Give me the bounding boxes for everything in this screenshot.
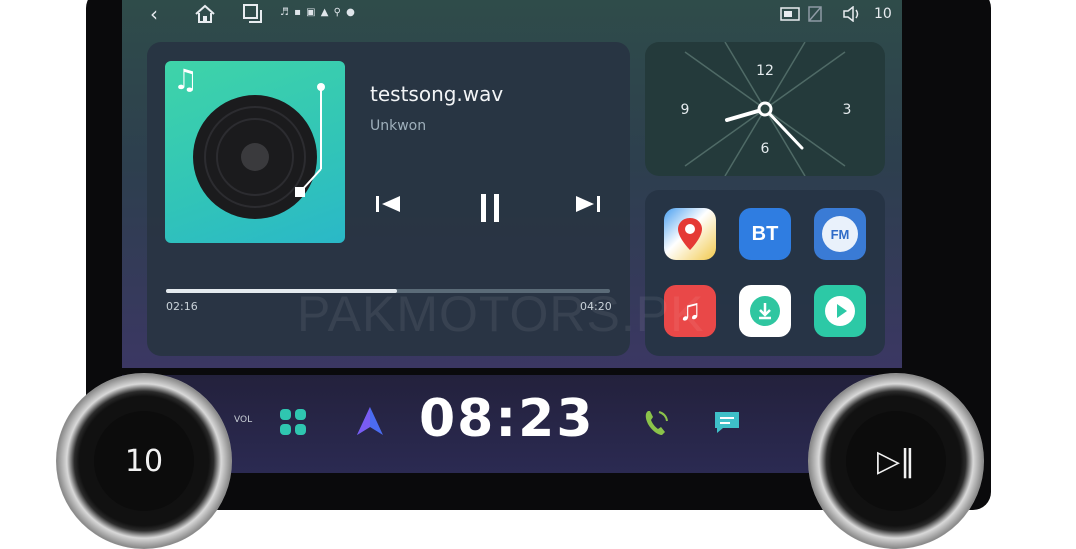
next-track-icon[interactable] bbox=[573, 192, 603, 216]
volume-level: 10 bbox=[874, 6, 892, 22]
bottom-dock: VOL 08:23 bbox=[122, 375, 902, 473]
watermark: PAKMOTORS.PK bbox=[297, 286, 705, 342]
volume-knob[interactable]: 10 bbox=[56, 373, 232, 549]
maps-icon[interactable] bbox=[664, 208, 716, 260]
cast-icon bbox=[780, 7, 800, 21]
digital-clock: 08:23 bbox=[419, 389, 595, 449]
clock-numeral-3: 3 bbox=[843, 102, 852, 118]
song-title: testsong.wav bbox=[370, 82, 504, 106]
navigation-icon[interactable] bbox=[354, 405, 386, 437]
no-signal-icon bbox=[808, 6, 822, 22]
video-play-icon[interactable] bbox=[814, 285, 866, 337]
clock-numeral-12: 12 bbox=[756, 63, 774, 79]
fm-label: FM bbox=[822, 216, 858, 252]
play-pause-icon: ▷‖ bbox=[846, 411, 946, 511]
back-icon[interactable]: ‹ bbox=[150, 3, 158, 25]
pause-icon[interactable] bbox=[475, 192, 505, 224]
analog-clock-widget[interactable]: 12 3 6 9 bbox=[645, 41, 885, 177]
song-artist: Unkwon bbox=[370, 118, 427, 134]
bluetooth-app-icon[interactable]: BT bbox=[739, 208, 791, 260]
status-bar: ‹ ♬ ▪ ▣ ▲ ⚲ ● 10 bbox=[122, 0, 902, 30]
recent-apps-icon[interactable] bbox=[242, 3, 264, 25]
home-icon[interactable] bbox=[194, 4, 216, 24]
previous-track-icon[interactable] bbox=[373, 192, 403, 216]
minute-hand bbox=[763, 107, 804, 150]
elapsed-time: 02:16 bbox=[166, 300, 198, 313]
messages-icon[interactable] bbox=[713, 409, 741, 435]
phone-icon[interactable] bbox=[642, 408, 670, 438]
notification-icons: ♬ ▪ ▣ ▲ ⚲ ● bbox=[280, 7, 356, 18]
vol-label: VOL bbox=[234, 415, 253, 425]
head-unit-screen: ‹ ♬ ▪ ▣ ▲ ⚲ ● 10 ♫ testsong.wav Unkwon 0… bbox=[122, 0, 902, 368]
album-art: ♫ bbox=[165, 61, 345, 243]
vinyl-record-icon bbox=[193, 83, 325, 219]
play-pause-knob[interactable]: ▷‖ bbox=[808, 373, 984, 549]
clock-numeral-9: 9 bbox=[681, 102, 690, 118]
fm-radio-app-icon[interactable]: FM bbox=[814, 208, 866, 260]
apps-grid-icon[interactable] bbox=[278, 407, 308, 437]
clock-numeral-6: 6 bbox=[761, 141, 770, 157]
volume-icon[interactable] bbox=[842, 6, 862, 22]
download-icon[interactable] bbox=[739, 285, 791, 337]
clock-face: 12 3 6 9 bbox=[681, 41, 852, 177]
volume-knob-value: 10 bbox=[94, 411, 194, 511]
